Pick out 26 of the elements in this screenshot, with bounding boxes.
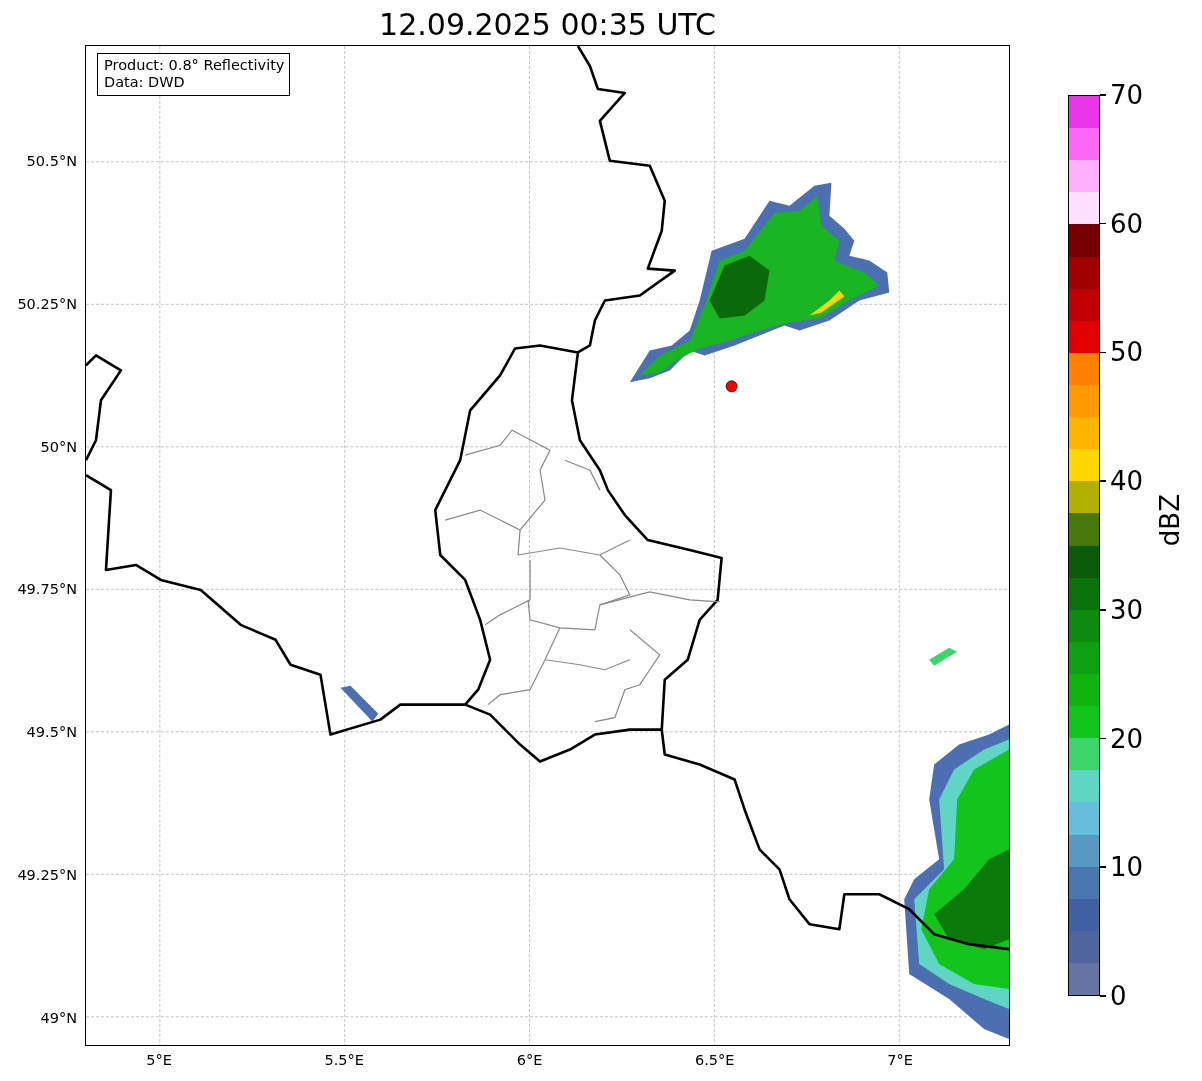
latitude-label: 49.75°N	[17, 580, 77, 599]
latitude-label: 50.25°N	[17, 294, 77, 313]
longitude-label: 6.5°E	[695, 1052, 735, 1068]
colorbar-tick-label: 30	[1110, 594, 1144, 625]
colorbar-tick-label: 20	[1110, 723, 1144, 754]
longitude-label: 6°E	[516, 1052, 543, 1068]
latitude-label: 49°N	[40, 1008, 77, 1027]
longitude-label: 5.5°E	[324, 1052, 364, 1068]
colorbar-tick-label: 60	[1110, 208, 1144, 239]
longitude-label: 7°E	[887, 1052, 913, 1068]
radar-echo	[929, 647, 958, 666]
colorbar-tick-label: 70	[1110, 80, 1144, 110]
colorbar-tick-label: 50	[1110, 337, 1144, 368]
radar-site-marker	[725, 380, 738, 393]
latitude-label: 50°N	[40, 437, 77, 456]
latitude-label: 49.25°N	[17, 866, 77, 884]
radar-echo	[340, 685, 379, 722]
latitude-label: 50.5°N	[26, 152, 77, 170]
latitude-label: 49.5°N	[26, 723, 77, 742]
colorbar-label: dBZ	[1155, 494, 1186, 547]
longitude-label: 5°E	[146, 1052, 172, 1068]
chart-title: 12.09.2025 00:35 UTC	[378, 6, 717, 44]
info-box: Product: 0.8° Reflectivity Data: DWD	[97, 53, 291, 96]
colorbar-tick-label: 0	[1110, 980, 1127, 1011]
colorbar-tick-label: 10	[1110, 852, 1144, 883]
colorbar-tick-label: 40	[1110, 466, 1144, 497]
